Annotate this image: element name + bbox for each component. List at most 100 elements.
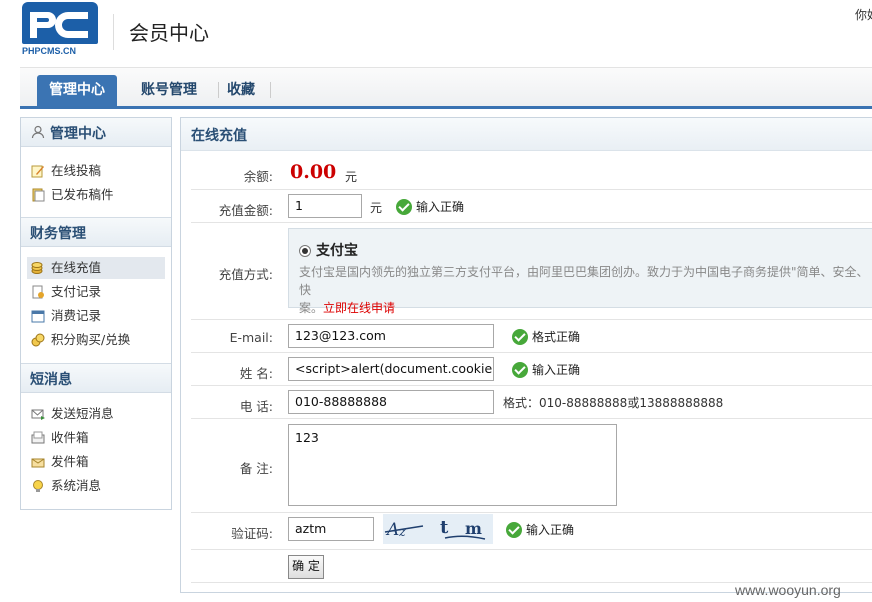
user-greeting: 你好 — [855, 8, 872, 22]
amount-validation: 输入正确 — [396, 198, 464, 216]
submit-button[interactable]: 确 定 — [288, 555, 324, 579]
watermark: www.wooyun.org — [735, 582, 841, 598]
top-nav: 管理中心 账号管理 收藏 — [20, 67, 872, 109]
sidebar-item-payment-records[interactable]: 支付记录 — [27, 281, 165, 303]
outbox-icon — [31, 458, 45, 468]
tab-divider — [270, 82, 271, 98]
note-label: 备 注: — [239, 461, 273, 476]
row-divider — [191, 189, 872, 190]
note-textarea[interactable]: 123 — [288, 424, 617, 506]
sidebar: 管理中心 在线投稿 已发布稿件 财务管理 在线充值 支付记录 消费记录 积分购买… — [20, 117, 172, 510]
row-divider — [191, 385, 872, 386]
sidebar-item-outbox[interactable]: 发件箱 — [27, 451, 165, 473]
check-icon — [512, 329, 528, 345]
sidebar-section-header: 财务管理 — [21, 217, 171, 247]
name-validation: 输入正确 — [512, 361, 580, 379]
gold-coins-icon — [31, 333, 45, 347]
edit-icon — [31, 165, 44, 178]
tab-account[interactable]: 账号管理 — [141, 75, 197, 106]
payment-description-text: 案。 — [299, 301, 324, 315]
svg-text:t: t — [440, 517, 449, 538]
recharge-panel: 在线充值 余额: 0.00 元 充值金额: 1 元 输入正确 充值方式: 支付宝… — [180, 117, 872, 593]
alipay-radio[interactable] — [299, 245, 311, 257]
balance-label: 余额: — [243, 169, 273, 184]
sidebar-item-label: 系统消息 — [51, 478, 102, 493]
calendar-icon — [31, 310, 45, 323]
row-divider — [191, 418, 872, 419]
sidebar-item-label: 在线投稿 — [51, 163, 102, 178]
balance-unit: 元 — [345, 170, 358, 184]
validation-text: 输入正确 — [532, 363, 581, 377]
payment-method-label: 充值方式: — [218, 267, 273, 282]
captcha-image[interactable]: A z t m — [383, 514, 493, 544]
sidebar-item-system-messages[interactable]: 系统消息 — [27, 475, 165, 497]
row-divider — [191, 549, 872, 550]
coins-icon — [31, 262, 43, 274]
amount-input[interactable]: 1 — [288, 194, 362, 218]
sidebar-item-submit-article[interactable]: 在线投稿 — [27, 160, 165, 182]
phone-format-hint: 格式：010-88888888或13888888888 — [503, 396, 724, 410]
email-label: E-mail: — [229, 330, 273, 345]
validation-text: 输入正确 — [416, 200, 465, 214]
sidebar-item-points-exchange[interactable]: 积分购买/兑换 — [27, 329, 165, 351]
user-icon — [31, 125, 45, 139]
name-label: 姓 名: — [239, 366, 273, 381]
send-mail-icon — [31, 409, 45, 420]
sidebar-item-label: 收件箱 — [51, 430, 89, 445]
email-validation: 格式正确 — [512, 328, 580, 346]
logo-badge — [22, 2, 98, 44]
payment-option-description: 支付宝是国内领先的独立第三方支付平台，由阿里巴巴集团创办。致力于为中国电子商务提… — [299, 263, 872, 317]
captcha-graphic: A z t m — [384, 517, 486, 540]
tab-favorites[interactable]: 收藏 — [227, 75, 255, 106]
check-icon — [506, 522, 522, 538]
payment-option-alipay: 支付宝 支付宝是国内领先的独立第三方支付平台，由阿里巴巴集团创办。致力于为中国电… — [288, 228, 872, 315]
check-icon — [512, 362, 528, 378]
pc-logo-icon — [30, 12, 88, 38]
inbox-icon — [31, 431, 45, 444]
sidebar-item-label: 发件箱 — [51, 454, 89, 469]
sidebar-item-recharge[interactable]: 在线充值 — [27, 257, 165, 279]
document-icon — [32, 188, 45, 202]
svg-text:z: z — [398, 525, 406, 540]
sidebar-section-title: 财务管理 — [30, 226, 86, 242]
sidebar-item-send-message[interactable]: 发送短消息 — [27, 403, 165, 425]
captcha-validation: 输入正确 — [506, 521, 574, 539]
page-title: 会员中心 — [129, 21, 209, 45]
row-divider — [191, 222, 872, 223]
tab-divider — [218, 82, 219, 98]
receipt-icon — [32, 285, 44, 299]
check-icon — [396, 199, 412, 215]
balance-value: 0.00 — [290, 161, 337, 183]
sidebar-item-label: 支付记录 — [51, 284, 102, 299]
sidebar-item-label: 发送短消息 — [51, 406, 114, 421]
validation-text: 输入正确 — [526, 523, 575, 537]
tab-management-center[interactable]: 管理中心 — [37, 75, 117, 106]
sidebar-section-title: 管理中心 — [50, 126, 106, 142]
row-divider — [191, 352, 872, 353]
validation-text: 格式正确 — [532, 330, 581, 344]
sidebar-item-label: 在线充值 — [51, 260, 102, 275]
bulb-icon — [33, 480, 43, 492]
sidebar-item-published[interactable]: 已发布稿件 — [27, 184, 165, 206]
header-divider — [113, 14, 114, 50]
name-input[interactable]: <script>alert(document.cookie) — [288, 357, 494, 381]
captcha-input[interactable]: aztm — [288, 517, 374, 541]
logo-text: PHPCMS.CN — [22, 46, 77, 56]
sidebar-item-consumption-records[interactable]: 消费记录 — [27, 305, 165, 327]
payment-description-text: 支付宝是国内领先的独立第三方支付平台，由阿里巴巴集团创办。致力于为中国电子商务提… — [299, 265, 869, 297]
sidebar-section-header: 管理中心 — [21, 118, 171, 147]
sidebar-section-title: 短消息 — [30, 372, 72, 388]
panel-title: 在线充值 — [191, 128, 247, 144]
sidebar-item-label: 已发布稿件 — [51, 187, 114, 202]
email-input[interactable]: 123@123.com — [288, 324, 494, 348]
phone-input[interactable]: 010-88888888 — [288, 390, 494, 414]
svg-text:m: m — [465, 519, 482, 538]
sidebar-item-label: 积分购买/兑换 — [51, 332, 131, 347]
captcha-label: 验证码: — [231, 526, 273, 541]
row-divider — [191, 319, 872, 320]
phone-label: 电 话: — [239, 399, 273, 414]
logo[interactable]: PHPCMS.CN — [22, 2, 98, 58]
apply-online-link[interactable]: 立即在线申请 — [323, 301, 395, 315]
sidebar-item-inbox[interactable]: 收件箱 — [27, 427, 165, 449]
amount-unit: 元 — [370, 201, 383, 215]
